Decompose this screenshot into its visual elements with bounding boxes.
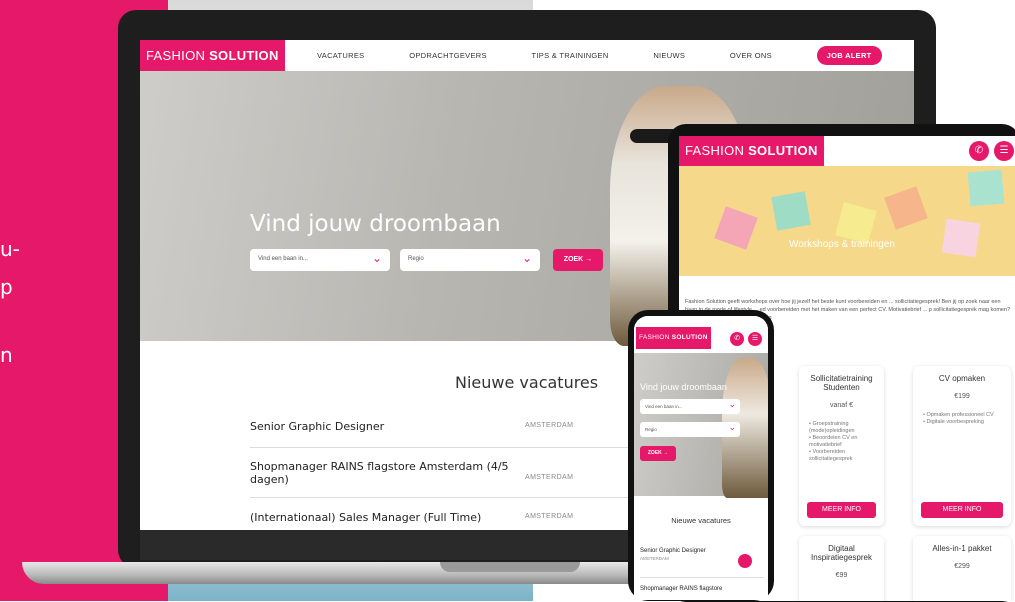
sticky-note — [967, 169, 1005, 207]
sticky-note — [884, 186, 928, 230]
job-title[interactable]: (Internationaal) Sales Manager (Full Tim… — [250, 511, 670, 524]
training-card: Sollicitatietraining Studenten vanaf € •… — [799, 366, 884, 526]
job-search-select[interactable]: Vind een baan in... ⌄ — [640, 399, 740, 414]
chevron-down-icon: ⌄ — [728, 422, 736, 432]
card-price: €299 — [954, 563, 970, 570]
phone-icon[interactable]: ✆ — [969, 141, 989, 161]
phone-navbar: FASHION SOLUTION ✆ ☰ — [634, 316, 768, 353]
job-title[interactable]: Shopmanager RAINS flagstore — [640, 586, 764, 592]
search-button[interactable]: ZOEK → — [553, 249, 603, 271]
meer-info-button[interactable]: MEER INFO — [921, 502, 1003, 518]
nav-tips-trainingen[interactable]: TIPS & TRAININGEN — [532, 51, 609, 60]
card-title: Alles-in-1 pakket — [932, 544, 992, 553]
sticky-note — [835, 202, 877, 244]
main-menu: VACATURES OPDRACHTGEVERS TIPS & TRAINING… — [285, 46, 914, 65]
nav-opdrachtgevers[interactable]: OPDRACHTGEVERS — [409, 51, 487, 60]
sticky-note — [771, 191, 811, 231]
site-logo[interactable]: FASHION SOLUTION — [636, 327, 711, 349]
nav-over-ons[interactable]: OVER ONS — [730, 51, 772, 60]
job-row[interactable]: Senior Graphic Designer AMSTERDAM — [250, 420, 670, 448]
job-row[interactable]: Senior Graphic Designer AMSTERDAM — [640, 548, 764, 578]
card-price: vanaf € — [830, 402, 853, 409]
job-row[interactable]: Shopmanager RAINS flagstore — [640, 586, 764, 592]
sticky-note — [941, 218, 981, 258]
card-bullet: • Digitale voorbespreking — [923, 419, 984, 425]
phone-icon[interactable]: ✆ — [730, 332, 744, 346]
hero-title: Vind jouw droombaan — [640, 382, 727, 392]
laptop-navbar: FASHION SOLUTION VACATURES OPDRACHTGEVER… — [140, 40, 914, 71]
job-search-select[interactable]: Vind een baan in... ⌄ — [250, 249, 390, 271]
job-row[interactable]: Shopmanager RAINS flagstore Amsterdam (4… — [250, 460, 670, 498]
search-button[interactable]: ZOEK → — [640, 446, 676, 461]
menu-icon[interactable]: ☰ — [748, 332, 762, 346]
training-card: Alles-in-1 pakket €299 — [913, 536, 1011, 601]
hero-title: Vind jouw droombaan — [250, 211, 501, 237]
hero-banner: Vind jouw droombaan Vind een baan in... ⌄… — [634, 353, 768, 498]
job-city: AMSTERDAM — [525, 513, 574, 520]
job-title[interactable]: Shopmanager RAINS flagstore Amsterdam (4… — [250, 460, 520, 486]
job-city: AMSTERDAM — [525, 474, 574, 481]
job-title[interactable]: Senior Graphic Designer — [250, 420, 670, 433]
card-bullet: • Groepstraining (mode)opleidingen — [809, 421, 855, 434]
card-title: Sollicitatietraining Studenten — [810, 374, 873, 392]
training-card: CV opmaken €199 • Opmaken professioneel … — [913, 366, 1011, 526]
sticky-note — [714, 206, 758, 250]
site-logo[interactable]: FASHION SOLUTION — [140, 40, 285, 71]
phone-screen: FASHION SOLUTION ✆ ☰ Vind jouw droombaan… — [634, 316, 768, 600]
job-row[interactable]: (Internationaal) Sales Manager (Full Tim… — [250, 511, 670, 531]
meer-info-button[interactable]: MEER INFO — [807, 502, 876, 518]
section-title: Nieuwe vacatures — [455, 373, 599, 392]
card-price: €99 — [835, 572, 848, 579]
card-bullet: • Opmaken professioneel CV — [923, 412, 994, 418]
job-city: AMSTERDAM — [525, 422, 574, 429]
cut-text-1: u- — [0, 237, 20, 261]
laptop-notch — [440, 562, 580, 572]
workshops-title: Workshops & trainingen — [789, 239, 895, 250]
workshops-banner: Workshops & trainingen — [679, 166, 1015, 276]
job-alert-icon[interactable] — [738, 554, 752, 568]
card-title: Digitaal Inspiratiegesprek — [811, 544, 872, 562]
nav-vacatures[interactable]: VACATURES — [317, 51, 364, 60]
training-card: Digitaal Inspiratiegesprek €99 — [799, 536, 884, 601]
card-bullet: • Beoordelen CV en motivatiebrief — [809, 435, 858, 448]
menu-icon[interactable]: ☰ — [994, 141, 1014, 161]
card-price: €199 — [954, 393, 970, 400]
region-select[interactable]: Regio ⌄ — [640, 422, 740, 437]
cut-text-3: n — [0, 343, 13, 367]
cut-text-2: p — [0, 275, 13, 299]
job-alert-button[interactable]: JOB ALERT — [816, 46, 882, 65]
card-bullet: • Voorbereiden sollicitatiegesprek — [809, 449, 853, 462]
region-select[interactable]: Regio ⌄ — [400, 249, 540, 271]
tablet-navbar: FASHION SOLUTION ✆ ☰ — [679, 136, 1015, 166]
nav-nieuws[interactable]: NIEUWS — [653, 51, 685, 60]
chevron-down-icon: ⌄ — [521, 251, 532, 265]
chevron-down-icon: ⌄ — [728, 399, 736, 409]
site-logo[interactable]: FASHION SOLUTION — [679, 136, 824, 166]
card-title: CV opmaken — [938, 374, 986, 383]
chevron-down-icon: ⌄ — [371, 251, 382, 265]
section-title: Nieuwe vacatures — [671, 516, 731, 525]
